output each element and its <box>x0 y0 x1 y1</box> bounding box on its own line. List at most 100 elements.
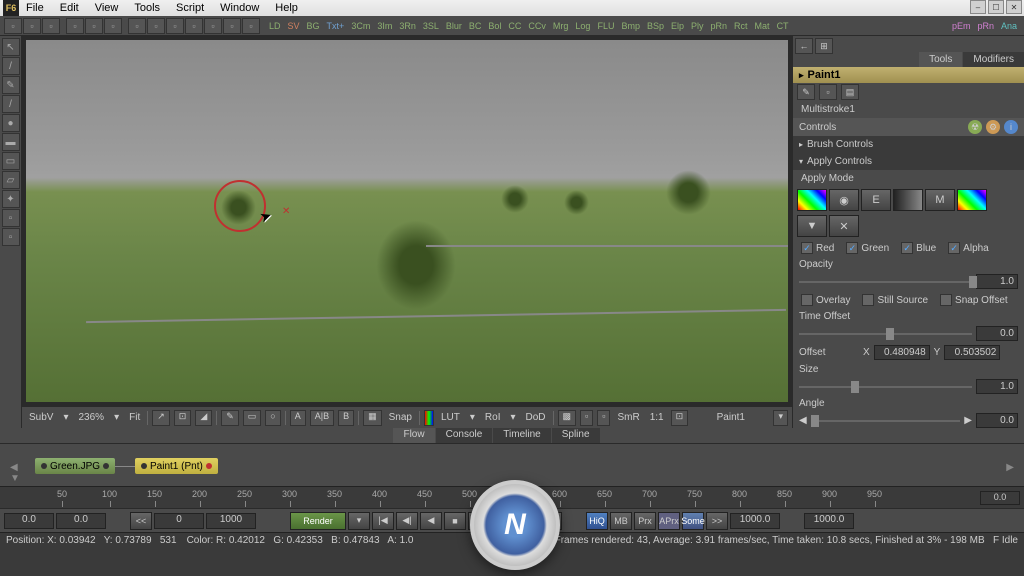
ratio-label[interactable]: 1:1 <box>647 412 667 423</box>
apply-merge-button[interactable]: M <box>925 189 955 211</box>
node-loader[interactable]: Green.JPG <box>35 458 115 474</box>
render-button[interactable]: Render <box>290 512 346 530</box>
range-fwd-button[interactable]: >> <box>706 512 728 530</box>
tb-bol[interactable]: Bol <box>485 21 504 31</box>
tool-new-icon[interactable]: ▫ <box>4 18 22 34</box>
alpha-checkbox[interactable]: ✓ <box>948 242 960 254</box>
tool-paste-icon[interactable]: ▫ <box>104 18 122 34</box>
range-start-input[interactable]: 0.0 <box>56 513 106 529</box>
view-b[interactable]: B <box>338 410 354 426</box>
range-end-input[interactable]: 1000 <box>206 513 256 529</box>
tb-ct[interactable]: CT <box>774 21 792 31</box>
apply-stamp2-button[interactable]: ▼ <box>797 215 827 237</box>
angle-slider[interactable] <box>811 420 961 422</box>
tb-bsp[interactable]: BSp <box>644 21 667 31</box>
tb-prn2[interactable]: pRn <box>974 21 997 31</box>
brush-controls-section[interactable]: Brush Controls <box>793 136 1024 153</box>
menu-tools[interactable]: Tools <box>126 2 168 14</box>
vp-mask[interactable]: ▫ <box>597 410 610 426</box>
tool-layout1-icon[interactable]: ▫ <box>128 18 146 34</box>
range-rev-button[interactable]: << <box>130 512 152 530</box>
still-checkbox[interactable] <box>862 294 874 306</box>
vp-lock-icon[interactable]: ⊡ <box>671 410 689 426</box>
tab-flow[interactable]: Flow <box>393 428 434 443</box>
menu-edit[interactable]: Edit <box>52 2 87 14</box>
green-checkbox[interactable]: ✓ <box>846 242 858 254</box>
tool-save-icon[interactable]: ▫ <box>42 18 60 34</box>
tb-prn1[interactable]: pRn <box>708 21 731 31</box>
tb-ld[interactable]: LD <box>266 21 284 31</box>
node-paint[interactable]: Paint1 (Pnt) <box>135 458 218 474</box>
tool-copy-icon[interactable]: ▫ <box>85 18 103 34</box>
tb-mat[interactable]: Mat <box>752 21 773 31</box>
apply-controls-section[interactable]: Apply Controls <box>793 153 1024 170</box>
tool-layout6-icon[interactable]: ▫ <box>223 18 241 34</box>
gear-icon[interactable]: ⚙ <box>986 120 1000 134</box>
tb-3im[interactable]: 3Im <box>374 21 395 31</box>
tool-layout5-icon[interactable]: ▫ <box>204 18 222 34</box>
tab-tools[interactable]: Tools <box>919 52 962 67</box>
tb-ana[interactable]: Ana <box>998 21 1020 31</box>
zoom-level[interactable]: 236% <box>76 412 108 423</box>
tb-pem[interactable]: pEm <box>949 21 974 31</box>
rect-tool-icon[interactable]: ▬ <box>2 133 20 151</box>
opacity-slider[interactable] <box>799 281 972 283</box>
timeoffset-slider[interactable] <box>799 333 972 335</box>
angle-value[interactable]: 0.0 <box>976 413 1018 428</box>
flow-scroll-left[interactable]: ◀ <box>10 462 18 473</box>
tb-ccv[interactable]: CCv <box>525 21 549 31</box>
brush-tool-icon[interactable]: / <box>2 57 20 75</box>
some-button[interactable]: Some <box>682 512 704 530</box>
tb-3cm[interactable]: 3Cm <box>348 21 373 31</box>
menu-help[interactable]: Help <box>267 2 306 14</box>
size-value[interactable]: 1.0 <box>976 379 1018 394</box>
menu-script[interactable]: Script <box>168 2 212 14</box>
flow-scroll-down[interactable]: ▼ <box>10 473 20 484</box>
vp-tool1[interactable]: ↗ <box>152 410 170 426</box>
vp-rect[interactable]: ▭ <box>243 410 262 426</box>
radioactive-icon[interactable]: ☢ <box>968 120 982 134</box>
vp-circ[interactable]: ○ <box>265 410 280 426</box>
vp-rgb[interactable]: ▫ <box>580 410 593 426</box>
select-tool-icon[interactable]: ↖ <box>2 38 20 56</box>
menu-window[interactable]: Window <box>212 2 267 14</box>
copy-poly-icon[interactable]: ▱ <box>2 171 20 189</box>
info-icon[interactable]: i <box>1004 120 1018 134</box>
tb-bc[interactable]: BC <box>466 21 485 31</box>
wand-tool-icon[interactable]: ✦ <box>2 190 20 208</box>
prx-button[interactable]: Prx <box>634 512 656 530</box>
copy-rect-icon[interactable]: ▭ <box>2 152 20 170</box>
apply-stamp-button[interactable]: ◉ <box>829 189 859 211</box>
snap-checkbox[interactable] <box>940 294 952 306</box>
cur-frame-input[interactable]: 0 <box>154 513 204 529</box>
snap-toggle[interactable]: Snap <box>386 412 415 423</box>
tb-bmp[interactable]: Bmp <box>618 21 643 31</box>
tab-timeline[interactable]: Timeline <box>493 428 550 443</box>
line-tool-icon[interactable]: / <box>2 95 20 113</box>
global-end-input[interactable]: 1000.0 <box>804 513 854 529</box>
tab-modifiers[interactable]: Modifiers <box>963 52 1024 67</box>
go-start-button[interactable]: |◀ <box>372 512 394 530</box>
flow-scroll-right[interactable]: ▶ <box>1006 462 1014 473</box>
vp-tool2[interactable]: ⊡ <box>174 410 192 426</box>
smr-toggle[interactable]: SmR <box>614 412 642 423</box>
play-rev-button[interactable]: ◀ <box>420 512 442 530</box>
apply-smear-button[interactable] <box>957 189 987 211</box>
offset-x-input[interactable]: 0.480948 <box>874 345 930 360</box>
mb-button[interactable]: MB <box>610 512 632 530</box>
tb-cc[interactable]: CC <box>505 21 524 31</box>
vp-checker[interactable]: ▩ <box>558 410 577 426</box>
render-menu-icon[interactable]: ▾ <box>348 512 370 530</box>
offset-y-input[interactable]: 0.503502 <box>944 345 1000 360</box>
viewport[interactable]: ➤ ✕ <box>26 40 788 402</box>
overlay-checkbox[interactable] <box>801 294 813 306</box>
maximize-button[interactable]: ☐ <box>988 0 1004 14</box>
text-tool-icon[interactable]: ▫ <box>2 209 20 227</box>
angle-left-icon[interactable]: ◀ <box>799 415 807 426</box>
vp-pen[interactable]: ✎ <box>221 410 239 426</box>
size-slider[interactable] <box>799 386 972 388</box>
tb-ply[interactable]: Ply <box>688 21 707 31</box>
close-button[interactable]: ✕ <box>1006 0 1022 14</box>
hiq-button[interactable]: HiQ <box>586 512 608 530</box>
angle-right-icon[interactable]: ▶ <box>964 415 972 426</box>
